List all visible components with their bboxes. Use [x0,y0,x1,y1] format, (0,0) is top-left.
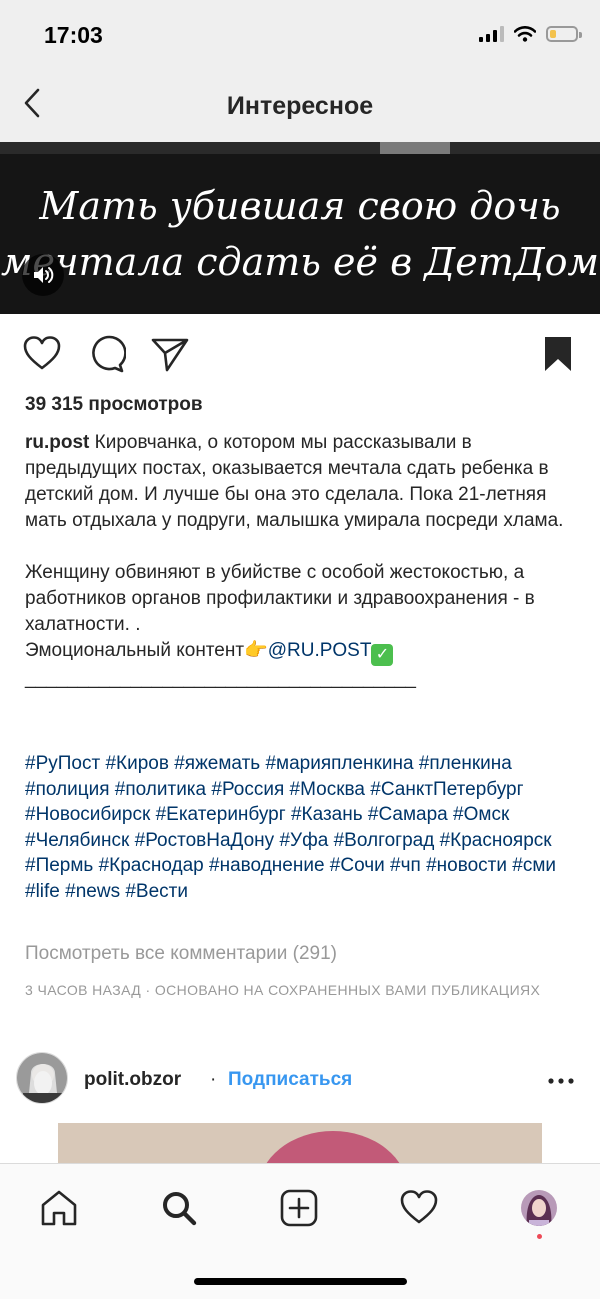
comment-button[interactable] [86,334,127,374]
post-username[interactable]: polit.obzor [84,1069,181,1091]
view-count: 39 315 просмотров [25,394,203,415]
profile-avatar [521,1190,557,1226]
hashtag-link[interactable]: #Киров [105,753,168,774]
hashtag-link[interactable]: #Москва [290,779,365,800]
hashtag-link[interactable]: #Вести [125,881,188,902]
hashtag-link[interactable]: #новости [426,855,507,876]
bookmark-icon [545,337,571,371]
hashtag-link[interactable]: #яжемать [174,753,260,774]
battery-icon [546,26,582,42]
tab-new-post[interactable] [277,1186,321,1230]
caption-username[interactable]: ru.post [25,432,89,453]
avatar[interactable] [16,1052,68,1104]
hashtag-link[interactable]: #Челябинск [25,830,129,851]
save-button[interactable] [538,334,578,374]
hashtag-link[interactable]: #Россия [211,779,284,800]
post-caption: ru.post Кировчанка, о котором мы рассказ… [25,430,585,692]
hashtag-link[interactable]: #РостовНаДону [135,830,275,851]
send-icon [151,338,189,372]
like-button[interactable] [22,334,62,374]
follow-button[interactable]: Подписаться [228,1069,352,1091]
tab-profile[interactable] [517,1186,561,1230]
hashtag-link[interactable]: #Краснодар [99,855,204,876]
more-options-button[interactable] [546,1066,576,1096]
hashtag-link[interactable]: #полиция [25,779,110,800]
avatar-image [17,1053,67,1103]
check-mark-icon: ✓ [371,644,394,666]
hashtag-link[interactable]: #Омск [453,804,509,825]
nav-header: Интересное [0,70,600,142]
cellular-signal-icon [479,26,504,42]
separator-dot: · [210,1069,217,1090]
wifi-icon [514,26,536,42]
hashtag-link[interactable]: #Уфа [279,830,328,851]
status-bar: 17:03 [0,0,600,70]
heart-icon [23,336,61,370]
hashtag-link[interactable]: #наводнение [209,855,324,876]
battery-level [550,30,556,38]
hashtag-link[interactable]: #СанктПетербург [370,779,523,800]
notification-dot [537,1234,542,1239]
comment-icon [92,335,127,373]
status-icons [479,26,582,42]
caption-separator: _____________________________________ [25,668,416,689]
hashtag-link[interactable]: #чп [390,855,421,876]
hashtag-link[interactable]: #политика [115,779,206,800]
next-post-header: polit.obzor · Подписаться [0,1050,600,1110]
hashtag-link[interactable]: #news [65,881,120,902]
hashtag-link[interactable]: #Красноярск [440,830,552,851]
sound-toggle-button[interactable] [22,254,64,296]
add-post-icon [280,1189,318,1227]
hashtag-link[interactable]: #Самара [368,804,448,825]
tab-search[interactable] [157,1186,201,1230]
hashtag-link[interactable]: #Новосибирск [25,804,150,825]
hashtag-link[interactable]: #Волгоград [334,830,435,851]
share-button[interactable] [150,334,190,374]
post-actions [0,330,600,378]
video-frame-top [0,142,600,154]
page-title: Интересное [226,92,374,120]
hashtag-link[interactable]: #Пермь [25,855,93,876]
hashtag-link[interactable]: #марияпленкина [265,753,413,774]
activity-heart-icon [400,1190,438,1224]
post-video[interactable]: Мать убившая свою дочь мечтала сдать её … [0,142,600,314]
hashtag-link[interactable]: #Сочи [330,855,385,876]
tab-activity[interactable] [397,1186,441,1230]
tab-home[interactable] [37,1186,81,1230]
hashtag-link[interactable]: #Екатеринбург [156,804,286,825]
home-icon [41,1190,77,1226]
hashtag-link[interactable]: #Казань [291,804,363,825]
caption-text: Кировчанка, о котором мы рассказывали в … [25,432,564,661]
status-time: 17:03 [44,22,103,48]
search-icon [163,1192,197,1226]
post-timestamp: 3 ЧАСОВ НАЗАД · ОСНОВАНО НА СОХРАНЕННЫХ … [25,982,541,998]
speaker-icon [34,267,54,283]
hashtag-link[interactable]: #life [25,881,60,902]
hashtag-link[interactable]: #сми [512,855,556,876]
hashtag-list: #РуПост #Киров #яжемать #марияпленкина #… [25,751,585,904]
hashtag-link[interactable]: #пленкина [419,753,512,774]
home-indicator[interactable] [194,1278,407,1285]
more-horizontal-icon [548,1078,574,1084]
view-all-comments-link[interactable]: Посмотреть все комментарии (291) [25,943,337,965]
mention-link[interactable]: @RU.POST [268,640,372,661]
hashtag-link[interactable]: #РуПост [25,753,100,774]
video-caption: Мать убившая свою дочь мечтала сдать её … [0,184,600,284]
